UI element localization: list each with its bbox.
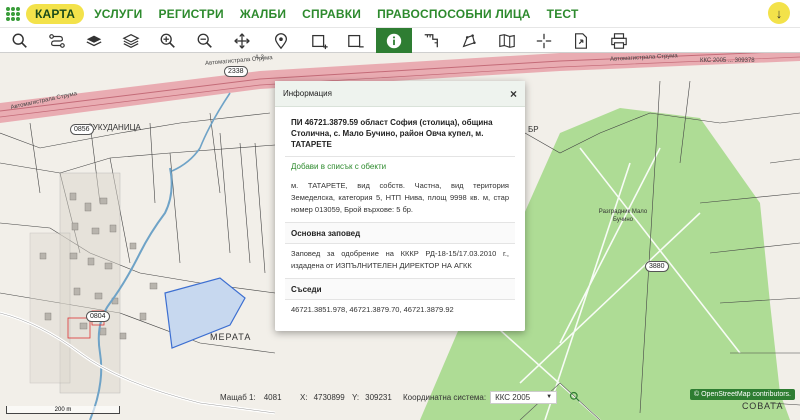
order-text: Заповед за одобрение на КККР РД-18-15/17… [291,249,509,270]
map-label-kukudanitsa: КУКУДАНИЦА [88,123,141,132]
scale-bar-label: 200 m [54,406,72,413]
zoom-in-button[interactable] [150,28,186,53]
layers-icon [86,35,102,46]
map-label-razgradnik: Разградник Мало Бучино [598,209,648,223]
coordinates-button[interactable] [526,28,562,53]
scale-value: 4081 [263,392,282,402]
draw-icon [462,33,476,47]
map-toolbar [0,27,800,53]
apps-grid-icon[interactable] [6,6,20,21]
zoom-out-icon [197,33,212,48]
search-tool-button[interactable] [2,28,38,53]
export-icon [575,32,587,49]
zoom-out-button[interactable] [187,28,223,53]
parcel-number-2338[interactable]: 2338 [224,66,248,77]
map-label-merata: МЕРАТА [210,332,252,342]
parcel-number-0804[interactable]: 0804 [86,311,110,322]
parcel-number-3880[interactable]: 3880 [645,261,669,272]
order-section-header: Основна заповед [285,222,515,244]
parcel-description: м. ТАТАРЕТЕ, вид собств. Частна, вид тер… [291,181,509,214]
search-icon[interactable] [569,391,581,403]
parcel-title: ПИ 46721.3879.59 област София (столица),… [285,115,515,157]
select-rect-plus-icon [312,34,328,49]
crs-field: Координатна система: ККС 2005 ▼ [403,389,581,405]
scale-label: Мащаб 1: [220,392,256,402]
info-icon [386,33,402,48]
export-button[interactable] [563,28,599,53]
measure-button[interactable] [413,28,449,53]
arrow-down-icon: ↓ [775,5,783,21]
select-add-button[interactable] [302,28,338,53]
select-remove-button[interactable] [338,28,374,53]
popup-title: Информация [283,89,332,98]
nav-item-registers[interactable]: РЕГИСТРИ [152,4,229,24]
osm-attribution[interactable]: © OpenStreetMap contributors. [690,389,795,400]
nav-item-test[interactable]: ТЕСТ [541,4,585,24]
road-label-a3: А 3 [255,55,265,61]
add-to-list-link[interactable]: Добави в списък с обекти [285,157,515,176]
search-icon [12,33,27,48]
draw-button[interactable] [451,28,487,53]
top-navigation: КАРТА УСЛУГИ РЕГИСТРИ ЖАЛБИ СПРАВКИ ПРАВ… [0,0,800,27]
download-button[interactable]: ↓ [768,2,790,24]
zoom-in-icon [160,33,175,48]
crs-value: ККС 2005 [495,392,531,402]
x-value: 4730899 [313,392,345,402]
crosshair-icon [536,33,552,48]
y-coordinate-field: Y: 309231 [352,389,392,405]
close-icon[interactable]: × [510,87,517,101]
route-tool-button[interactable] [39,28,75,53]
pan-icon [234,32,250,49]
scale-field: Мащаб 1: 4081 [220,389,282,405]
base-layers-button[interactable] [76,28,112,53]
parcel-number-0856[interactable]: 0856 [70,124,94,135]
neighbors-text: 46721.3851.978, 46721.3879.70, 46721.387… [291,305,454,314]
crs-label: Координатна система: [403,392,487,402]
info-tool-button[interactable] [376,28,412,53]
measure-icon [424,33,438,47]
print-button[interactable] [601,28,637,53]
book-icon [499,33,515,48]
map-label-kks-coords: ККС 2005 ... 309378 [700,58,755,64]
x-label: X: [300,392,308,402]
layers-button[interactable] [113,28,149,53]
stack-icon [122,33,140,48]
select-rect-minus-icon [348,34,364,47]
nav-item-complaints[interactable]: ЖАЛБИ [234,4,292,24]
pan-button[interactable] [224,28,260,53]
scale-bar: 200 m [6,406,120,414]
crs-select[interactable]: ККС 2005 ▼ [490,390,558,404]
y-label: Y: [352,392,360,402]
x-coordinate-field: X: 4730899 [300,389,345,405]
popup-body: ПИ 46721.3879.59 област София (столица),… [275,107,525,322]
popup-header: Информация × [275,81,525,107]
nav-menu: КАРТА УСЛУГИ РЕГИСТРИ ЖАЛБИ СПРАВКИ ПРАВ… [26,3,589,24]
nav-item-services[interactable]: УСЛУГИ [88,4,148,24]
locate-button[interactable] [263,28,299,53]
y-value: 309231 [365,392,392,402]
nav-item-authorized-persons[interactable]: ПРАВОСПОСОБНИ ЛИЦА [371,4,537,24]
nav-item-map[interactable]: КАРТА [26,3,85,24]
print-icon [611,32,627,49]
map-book-button[interactable] [489,28,525,53]
map-status-bar: Мащаб 1: 4081 X: 4730899 Y: 309231 Коорд… [0,389,800,405]
nav-item-references[interactable]: СПРАВКИ [296,4,367,24]
info-popup: Информация × ПИ 46721.3879.59 област Соф… [275,81,525,331]
neighbors-section-header: Съседи [285,278,515,300]
dropdown-arrow-icon: ▼ [546,394,553,400]
location-pin-icon [274,32,288,49]
map-label-br: БР [528,125,539,134]
route-icon [49,33,65,48]
